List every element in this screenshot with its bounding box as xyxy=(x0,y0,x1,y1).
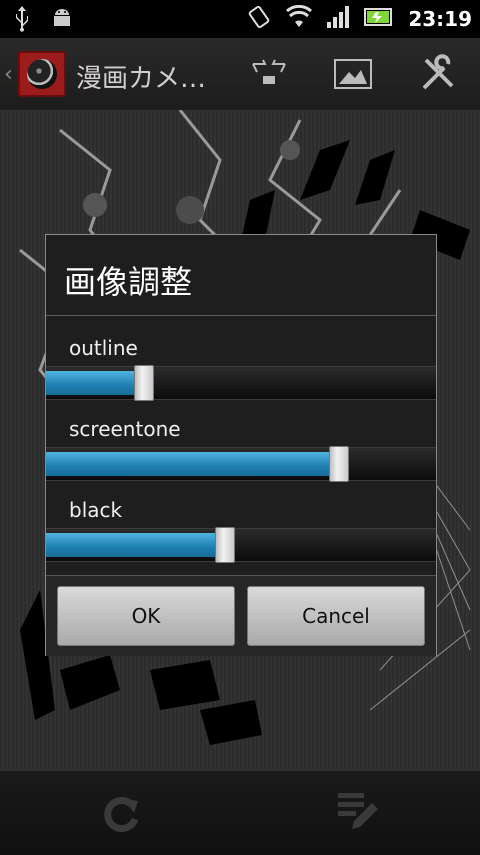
edit-notes-icon[interactable] xyxy=(334,789,380,839)
settings-tools-icon[interactable] xyxy=(418,54,458,94)
wifi-icon xyxy=(286,4,313,33)
screentone-slider-thumb[interactable] xyxy=(328,446,349,482)
outline-slider-fill xyxy=(46,371,144,395)
screentone-slider-fill xyxy=(46,452,339,476)
outline-slider[interactable] xyxy=(46,365,436,401)
title-divider xyxy=(46,315,436,316)
outline-slider-thumb[interactable] xyxy=(133,365,154,401)
cancel-button[interactable]: Cancel xyxy=(247,586,425,646)
vibrate-icon xyxy=(246,4,272,34)
usb-icon xyxy=(14,6,30,36)
bottom-bar xyxy=(0,770,480,855)
image-adjust-dialog: 画像調整 outline screentone black OK Cancel xyxy=(45,234,437,656)
black-slider-thumb[interactable] xyxy=(215,527,236,563)
gallery-icon[interactable] xyxy=(333,54,373,94)
crop-icon[interactable] xyxy=(249,54,289,94)
clock: 23:19 xyxy=(408,7,472,31)
app-title: 漫画カメ… xyxy=(76,64,207,94)
black-slider-fill xyxy=(46,533,226,557)
black-label: black xyxy=(69,498,123,522)
dialog-button-bar: OK Cancel xyxy=(46,575,436,656)
dialog-title: 画像調整 xyxy=(64,263,193,301)
black-slider[interactable] xyxy=(46,527,436,563)
signal-icon xyxy=(326,6,350,32)
ok-button[interactable]: OK xyxy=(57,586,235,646)
android-debug-icon xyxy=(50,6,74,36)
rotate-icon[interactable] xyxy=(98,791,144,841)
app-logo[interactable] xyxy=(18,51,66,97)
status-bar: 23:19 xyxy=(0,0,480,38)
action-bar: ‹ 漫画カメ… xyxy=(0,38,480,112)
battery-icon xyxy=(364,7,394,31)
screentone-slider[interactable] xyxy=(46,446,436,482)
screentone-label: screentone xyxy=(69,417,181,441)
up-caret-icon[interactable]: ‹ xyxy=(4,62,13,87)
outline-label: outline xyxy=(69,336,138,360)
